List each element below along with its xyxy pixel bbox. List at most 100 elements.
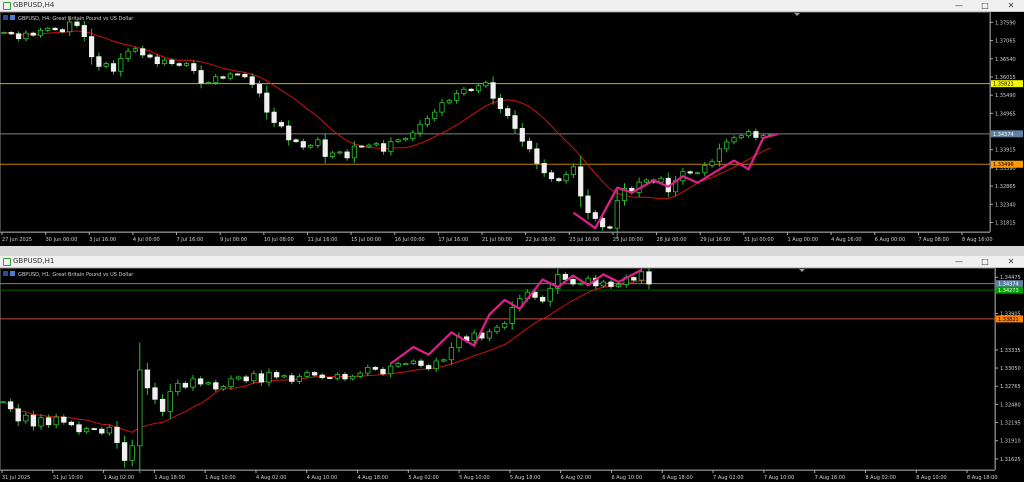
bear-candle[interactable]	[176, 63, 182, 66]
close-button[interactable]: ✕	[998, 0, 1024, 11]
bear-candle[interactable]	[505, 108, 511, 116]
bear-candle[interactable]	[519, 128, 525, 142]
bear-candle[interactable]	[534, 148, 540, 164]
bull-candle[interactable]	[53, 416, 59, 426]
bull-candle[interactable]	[365, 367, 371, 374]
bear-candle[interactable]	[327, 377, 333, 380]
bear-candle[interactable]	[213, 382, 219, 390]
bear-candle[interactable]	[278, 122, 284, 127]
bull-candle[interactable]	[349, 375, 356, 380]
bear-candle[interactable]	[631, 277, 637, 281]
bull-candle[interactable]	[395, 139, 401, 142]
bull-candle[interactable]	[308, 144, 314, 148]
bull-candle[interactable]	[509, 307, 515, 324]
bear-candle[interactable]	[319, 374, 325, 379]
bull-candle[interactable]	[702, 165, 708, 174]
bear-candle[interactable]	[30, 32, 36, 36]
bull-candle[interactable]	[433, 360, 439, 370]
bear-candle[interactable]	[242, 73, 248, 78]
bull-candle[interactable]	[175, 382, 181, 393]
bull-candle[interactable]	[395, 363, 401, 367]
bear-candle[interactable]	[152, 387, 158, 400]
bear-candle[interactable]	[372, 367, 379, 370]
bear-candle[interactable]	[147, 54, 153, 58]
bull-candle[interactable]	[387, 365, 394, 375]
bull-candle[interactable]	[67, 21, 73, 33]
bull-candle[interactable]	[432, 111, 438, 119]
bull-candle[interactable]	[83, 428, 90, 433]
bull-candle[interactable]	[125, 50, 131, 59]
bull-candle[interactable]	[441, 359, 447, 362]
bear-candle[interactable]	[264, 92, 270, 113]
bull-candle[interactable]	[746, 131, 752, 137]
bear-candle[interactable]	[114, 426, 120, 443]
bear-candle[interactable]	[512, 115, 518, 129]
bear-candle[interactable]	[89, 36, 95, 58]
bull-candle[interactable]	[23, 414, 29, 422]
maximize-button[interactable]: □	[972, 0, 998, 11]
bull-candle[interactable]	[694, 172, 701, 175]
minimize-button[interactable]: —	[946, 256, 972, 267]
bear-candle[interactable]	[342, 374, 348, 380]
bear-candle[interactable]	[243, 376, 249, 382]
bear-candle[interactable]	[68, 421, 75, 426]
bull-candle[interactable]	[167, 391, 173, 412]
bear-candle[interactable]	[490, 82, 496, 99]
bull-candle[interactable]	[162, 59, 168, 65]
price-chart-svg[interactable]: GBPUSD, H1: Great Britain Pound vs US Do…	[0, 268, 1024, 482]
bear-candle[interactable]	[539, 296, 546, 302]
bull-candle[interactable]	[471, 332, 477, 342]
bull-candle[interactable]	[315, 139, 321, 146]
bull-candle[interactable]	[183, 63, 190, 66]
bull-candle[interactable]	[205, 81, 211, 84]
bull-candle[interactable]	[547, 287, 553, 302]
bull-candle[interactable]	[103, 63, 109, 67]
bull-candle[interactable]	[486, 331, 493, 339]
bear-candle[interactable]	[548, 172, 555, 180]
bear-candle[interactable]	[585, 195, 591, 213]
bear-candle[interactable]	[753, 131, 759, 138]
bear-candle[interactable]	[497, 97, 503, 110]
bull-candle[interactable]	[563, 174, 569, 182]
bull-candle[interactable]	[410, 132, 416, 139]
bull-candle[interactable]	[615, 284, 622, 287]
bull-candle[interactable]	[501, 323, 508, 328]
chart-window-h1[interactable]: GBPUSD,H1 — □ ✕ GBPUSD, H1: Great Britai…	[0, 256, 1024, 482]
bear-candle[interactable]	[311, 372, 318, 376]
bull-candle[interactable]	[585, 277, 591, 284]
bear-candle[interactable]	[527, 140, 533, 150]
chart-window-h4[interactable]: GBPUSD,H4 — □ ✕ GBPUSD, H4: Great Britai…	[0, 0, 1024, 246]
bull-candle[interactable]	[1, 32, 7, 34]
bear-candle[interactable]	[91, 428, 97, 430]
bull-candle[interactable]	[213, 76, 219, 83]
chart-shift-icon[interactable]	[794, 13, 800, 16]
bull-candle[interactable]	[577, 282, 584, 285]
bear-candle[interactable]	[607, 226, 613, 229]
bull-candle[interactable]	[446, 99, 452, 104]
bear-candle[interactable]	[468, 88, 474, 92]
bull-candle[interactable]	[38, 417, 44, 427]
bull-candle[interactable]	[402, 138, 409, 141]
bull-candle[interactable]	[454, 93, 460, 101]
bear-candle[interactable]	[322, 139, 328, 157]
price-chart-plot[interactable]: GBPUSD, H1: Great Britain Pound vs US Do…	[0, 268, 1024, 482]
bear-candle[interactable]	[7, 401, 14, 410]
bear-candle[interactable]	[256, 84, 263, 94]
bear-candle[interactable]	[286, 125, 292, 141]
bull-candle[interactable]	[235, 376, 242, 380]
bull-candle[interactable]	[731, 137, 737, 143]
bull-candle[interactable]	[137, 369, 143, 447]
bear-candle[interactable]	[562, 273, 569, 280]
bear-candle[interactable]	[273, 372, 280, 378]
bear-candle[interactable]	[556, 178, 562, 182]
bear-candle[interactable]	[52, 27, 58, 31]
bull-candle[interactable]	[614, 200, 620, 229]
bull-candle[interactable]	[190, 378, 196, 388]
bear-candle[interactable]	[271, 111, 277, 123]
bull-candle[interactable]	[638, 271, 645, 281]
window-titlebar[interactable]: GBPUSD,H1 — □ ✕	[0, 256, 1024, 268]
bull-candle[interactable]	[228, 378, 234, 387]
bull-candle[interactable]	[373, 143, 379, 146]
bear-candle[interactable]	[99, 428, 105, 434]
bear-candle[interactable]	[169, 59, 175, 65]
